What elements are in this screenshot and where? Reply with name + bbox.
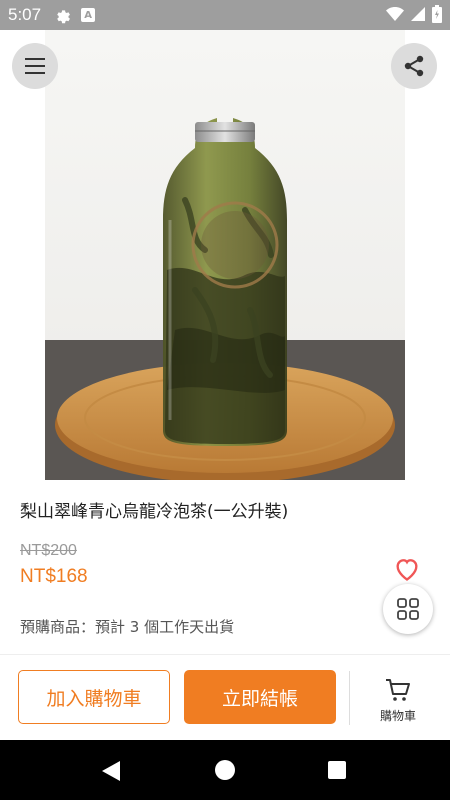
home-icon[interactable] [215,760,235,780]
favorite-heart-icon[interactable] [393,555,421,583]
divider [349,671,350,725]
add-to-cart-button[interactable]: 加入購物車 [18,670,170,724]
bottom-action-bar: 加入購物車 立即結帳 購物車 [0,654,450,741]
checkout-button[interactable]: 立即結帳 [184,670,336,724]
status-icons [386,5,442,23]
status-time: 5:07 [8,5,42,24]
system-nav-bar [0,740,450,800]
back-icon[interactable] [101,760,121,782]
product-title: 梨山翠峰青心烏龍冷泡茶(一公升裝) [20,502,289,522]
product-image[interactable] [45,30,405,480]
original-price: NT$200 [20,542,77,559]
cart-label: 購物車 [379,709,416,723]
hamburger-menu-icon [25,58,45,74]
recent-apps-icon[interactable] [328,761,346,779]
settings-gear-icon [57,10,71,24]
tea-bottle-illustration [45,30,405,480]
menu-button[interactable] [12,43,58,89]
grid-icon [397,598,419,620]
status-bar: 5:07 A [0,0,450,30]
battery-icon [432,5,442,23]
wifi-icon [386,7,404,21]
shopping-cart-icon [386,679,410,701]
category-grid-button[interactable] [383,584,433,634]
cell-signal-icon [411,7,425,21]
share-button[interactable] [391,43,437,89]
cart-nav-button[interactable]: 購物車 [362,677,434,727]
sale-price: NT$168 [20,566,88,587]
share-icon [404,55,424,77]
a-notification-icon: A [81,8,96,22]
preorder-note: 預購商品：預計 3 個工作天出貨 [20,618,235,636]
